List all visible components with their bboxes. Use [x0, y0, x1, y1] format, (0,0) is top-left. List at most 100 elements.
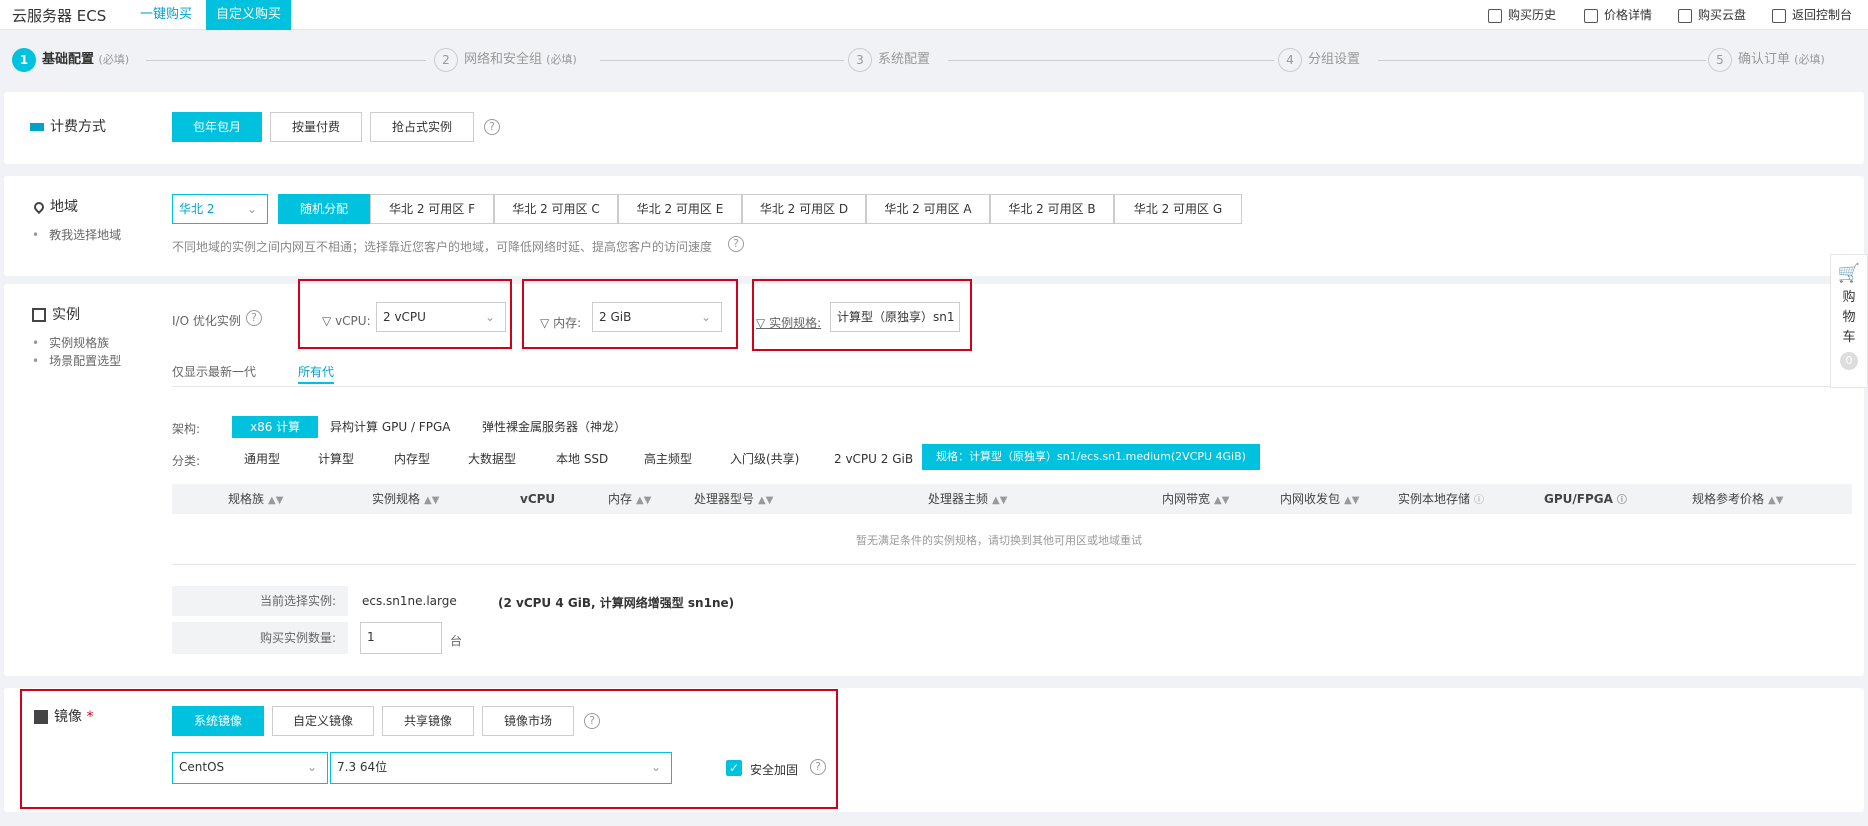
billing-subscription-button[interactable]: 包年包月 [172, 112, 262, 142]
buy-disk-link[interactable]: 购买云盘 [1678, 4, 1746, 26]
arch-bare-metal-chip[interactable]: 弹性裸金属服务器（神龙） [474, 416, 634, 438]
location-pin-icon [31, 199, 47, 215]
help-icon[interactable]: ? [484, 119, 500, 135]
step-network: 2 网络和安全组 (必填) [434, 44, 577, 76]
current-instance-value: ecs.sn1ne.large [362, 594, 457, 608]
instance-title: 实例 [32, 304, 80, 324]
category-2vcpu-2gib[interactable]: 2 vCPU 2 GiB [826, 448, 921, 470]
tab-custom-buy[interactable]: 自定义购买 [206, 0, 292, 30]
help-icon[interactable]: ? [728, 236, 744, 252]
floating-cart[interactable]: 🛒 购 物 车 0 [1830, 254, 1868, 388]
category-general[interactable]: 通用型 [236, 448, 288, 470]
region-hint: 不同地域的实例之间内网互不相通；选择靠近您客户的地域，可降低网络时延、提高您客户… [172, 240, 713, 254]
quantity-label: 购买实例数量: [172, 622, 348, 654]
tab-quick-buy[interactable]: 一键购买 [130, 0, 202, 30]
arch-gpu-chip[interactable]: 异构计算 GPU / FPGA [322, 416, 458, 438]
zone-e-button[interactable]: 华北 2 可用区 E [618, 194, 742, 224]
info-icon: ⓘ [1474, 495, 1485, 506]
tab-latest-generation[interactable]: 仅显示最新一代 [172, 360, 256, 384]
col-cpu-freq[interactable]: 处理器主频 ▲▼ [928, 484, 1007, 514]
highlight-spec [752, 279, 972, 351]
instance-table-header: 规格族 ▲▼ 实例规格 ▲▼ vCPU 内存 ▲▼ 处理器型号 ▲▼ 处理器主频 ▲▼ 内… [172, 484, 1852, 514]
spec-selected-chip[interactable]: 规格：计算型（原独享）sn1/ecs.sn1.medium(2VCPU 4GiB… [922, 444, 1260, 470]
region-title: 地域 [31, 196, 78, 216]
io-optimized-label: I/O 优化实例 [172, 314, 241, 328]
col-gpu-fpga[interactable]: GPU/FPGA ⓘ [1544, 484, 1627, 514]
zone-random-button[interactable]: 随机分配 [278, 194, 370, 224]
step-connector [146, 60, 426, 61]
zone-c-button[interactable]: 华北 2 可用区 C [494, 194, 618, 224]
zone-g-button[interactable]: 华北 2 可用区 G [1114, 194, 1242, 224]
highlight-vcpu [298, 279, 512, 349]
sort-icon: ▲▼ [1344, 495, 1360, 506]
col-reference-price[interactable]: 规格参考价格 ▲▼ [1692, 484, 1783, 514]
category-label: 分类: [172, 454, 201, 468]
scenario-link[interactable]: 场景配置选型 [32, 352, 121, 370]
instance-help-links: 实例规格族 场景配置选型 [32, 334, 121, 370]
col-memory[interactable]: 内存 ▲▼ [608, 484, 651, 514]
current-instance-label: 当前选择实例: [172, 586, 348, 616]
step-progress: 1 基础配置 (必填) 2 网络和安全组 (必填) 3 系统配置 4 分组设置 5 确认订… [0, 44, 1868, 76]
zone-b-button[interactable]: 华北 2 可用区 B [990, 194, 1114, 224]
region-help-link[interactable]: 教我选择地域 [32, 226, 121, 244]
highlight-image [20, 689, 838, 809]
top-bar: 云服务器 ECS 一键购买 自定义购买 购买历史 价格详情 购买云盘 返回控制台 [0, 0, 1868, 30]
category-compute[interactable]: 计算型 [310, 448, 362, 470]
col-pps[interactable]: 内网收发包 ▲▼ [1280, 484, 1359, 514]
info-icon: ⓘ [1616, 495, 1627, 506]
document-icon [1584, 8, 1598, 23]
step-connector [1378, 60, 1706, 61]
zone-a-button[interactable]: 华北 2 可用区 A [866, 194, 990, 224]
sort-icon: ▲▼ [424, 495, 440, 506]
empty-table-message: 暂无满足条件的实例规格，请切换到其他可用区或地域重试 [856, 534, 1142, 547]
billing-icon [30, 123, 44, 131]
billing-preemptible-button[interactable]: 抢占式实例 [370, 112, 474, 142]
region-help-links: 教我选择地域 [32, 226, 121, 244]
sort-icon: ▲▼ [268, 495, 284, 506]
instance-family-link[interactable]: 实例规格族 [32, 334, 121, 352]
step-connector [948, 60, 1274, 61]
tab-all-generations[interactable]: 所有代 [298, 360, 335, 384]
arch-x86-chip[interactable]: x86 计算 [232, 416, 319, 438]
sort-icon: ▲▼ [1214, 495, 1230, 506]
highlight-memory [522, 279, 738, 349]
category-memory[interactable]: 内存型 [386, 448, 438, 470]
region-select[interactable]: 华北 2 ⌄ [172, 194, 268, 224]
category-local-ssd[interactable]: 本地 SSD [548, 448, 616, 470]
step-group-settings: 4 分组设置 [1278, 44, 1360, 76]
col-vcpu[interactable]: vCPU [520, 484, 555, 514]
sort-icon: ▲▼ [636, 495, 652, 506]
cart-history-icon [1488, 8, 1502, 23]
category-entry-shared[interactable]: 入门级(共享) [722, 448, 807, 470]
col-local-storage[interactable]: 实例本地存储 ⓘ [1398, 484, 1484, 514]
billing-pay-as-you-go-button[interactable]: 按量付费 [270, 112, 362, 142]
col-family[interactable]: 规格族 ▲▼ [228, 484, 283, 514]
help-icon[interactable]: ? [246, 310, 262, 326]
category-big-data[interactable]: 大数据型 [460, 448, 524, 470]
col-cpu-model[interactable]: 处理器型号 ▲▼ [694, 484, 773, 514]
price-details-link[interactable]: 价格详情 [1584, 4, 1652, 26]
product-title: 云服务器 ECS [12, 7, 107, 25]
step-system-config: 3 系统配置 [848, 44, 930, 76]
quantity-unit: 台 [450, 634, 463, 648]
zone-f-button[interactable]: 华北 2 可用区 F [370, 194, 494, 224]
sort-icon: ▲▼ [992, 495, 1008, 506]
divider [172, 386, 1856, 387]
cart-count-badge: 0 [1840, 352, 1858, 370]
zone-d-button[interactable]: 华北 2 可用区 D [742, 194, 866, 224]
back-icon [1772, 8, 1786, 23]
cart-label: 购 物 车 [1842, 290, 1856, 345]
step-basic-config: 1 基础配置 (必填) [12, 44, 129, 76]
purchase-history-link[interactable]: 购买历史 [1488, 4, 1556, 26]
col-bandwidth[interactable]: 内网带宽 ▲▼ [1162, 484, 1229, 514]
divider [172, 564, 1856, 565]
sort-icon: ▲▼ [1768, 495, 1784, 506]
quantity-input[interactable]: 1 [360, 622, 442, 654]
category-high-freq[interactable]: 高主频型 [636, 448, 700, 470]
billing-panel: 计费方式 包年包月 按量付费 抢占式实例 ? [4, 92, 1864, 164]
billing-title: 计费方式 [30, 116, 106, 136]
back-console-link[interactable]: 返回控制台 [1772, 4, 1852, 26]
col-spec[interactable]: 实例规格 ▲▼ [372, 484, 439, 514]
instance-icon [32, 308, 46, 322]
current-instance-desc: (2 vCPU 4 GiB, 计算网络增强型 sn1ne) [498, 596, 735, 610]
